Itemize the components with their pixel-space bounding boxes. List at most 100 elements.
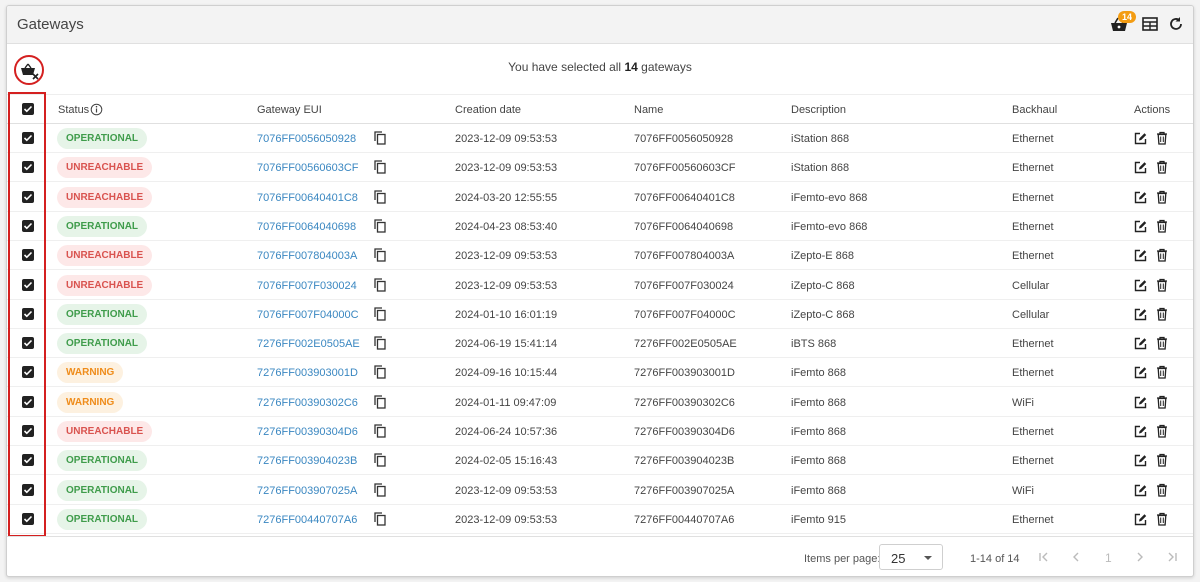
copy-icon[interactable] xyxy=(374,189,386,207)
copy-icon[interactable] xyxy=(374,482,386,500)
copy-icon[interactable] xyxy=(374,160,386,177)
gateway-eui-link[interactable]: 7276FF00440707A6 xyxy=(257,514,357,526)
trash-icon[interactable] xyxy=(1156,160,1168,177)
gateway-eui-link[interactable]: 7276FF00390304D6 xyxy=(257,426,358,438)
trash-icon[interactable] xyxy=(1156,190,1168,207)
row-checkbox[interactable] xyxy=(22,219,34,232)
table-columns-icon[interactable] xyxy=(1141,15,1161,35)
column-creation-date[interactable]: Creation date xyxy=(455,104,521,116)
select-all-checkbox[interactable] xyxy=(22,103,34,115)
row-checkbox[interactable] xyxy=(22,132,34,144)
row-checkbox[interactable] xyxy=(22,337,34,350)
trash-icon[interactable] xyxy=(1156,131,1168,148)
column-status[interactable]: Status xyxy=(58,104,89,116)
table-row[interactable]: WARNING 7276FF003903001D 2024-09-16 10:15:… xyxy=(7,358,1193,388)
edit-icon[interactable] xyxy=(1134,191,1147,207)
trash-icon[interactable] xyxy=(1156,219,1168,236)
copy-icon[interactable] xyxy=(374,512,386,529)
table-row[interactable]: OPERATIONAL 7076FF0056050928 2023-12-09 09… xyxy=(7,124,1193,153)
edit-icon[interactable] xyxy=(1134,220,1147,236)
gateway-eui-link[interactable]: 7076FF00640401C8 xyxy=(257,192,358,204)
row-checkbox[interactable] xyxy=(22,366,34,379)
row-checkbox[interactable] xyxy=(22,307,34,320)
copy-icon[interactable] xyxy=(374,395,386,412)
trash-icon[interactable] xyxy=(1156,483,1168,500)
edit-icon[interactable] xyxy=(1134,308,1147,324)
table-row[interactable]: OPERATIONAL 7076FF0064040698 2024-04-23 08… xyxy=(7,212,1193,241)
edit-icon[interactable] xyxy=(1134,513,1147,529)
edit-icon[interactable] xyxy=(1134,396,1147,412)
edit-icon[interactable] xyxy=(1134,249,1147,265)
edit-icon[interactable] xyxy=(1134,454,1147,470)
refresh-icon[interactable] xyxy=(1167,15,1187,35)
copy-icon[interactable] xyxy=(374,131,386,148)
table-row[interactable]: OPERATIONAL 7076FF007F04000C 2024-01-10 16… xyxy=(7,300,1193,329)
gateway-eui-link[interactable]: 7276FF003904023B xyxy=(257,455,357,467)
trash-icon[interactable] xyxy=(1156,307,1168,324)
current-page[interactable]: 1 xyxy=(1105,551,1112,565)
gateway-eui-link[interactable]: 7276FF002E0505AE xyxy=(257,338,360,350)
trash-icon[interactable] xyxy=(1156,365,1168,382)
trash-icon[interactable] xyxy=(1156,424,1168,441)
table-row[interactable]: OPERATIONAL 7276FF003904023B 2024-02-05 15… xyxy=(7,446,1193,476)
column-backhaul[interactable]: Backhaul xyxy=(1012,104,1057,116)
row-checkbox[interactable] xyxy=(22,190,34,203)
edit-icon[interactable] xyxy=(1134,279,1147,295)
edit-icon[interactable] xyxy=(1134,132,1147,148)
row-checkbox[interactable] xyxy=(22,249,34,262)
edit-icon[interactable] xyxy=(1134,337,1147,353)
copy-icon[interactable] xyxy=(374,453,386,470)
copy-icon[interactable] xyxy=(374,277,386,295)
row-checkbox[interactable] xyxy=(22,454,34,467)
copy-icon[interactable] xyxy=(374,365,386,382)
table-row[interactable]: OPERATIONAL 7276FF003907025A 2023-12-09 09… xyxy=(7,476,1193,505)
copy-icon[interactable] xyxy=(374,307,386,324)
gateway-eui-link[interactable]: 7076FF0056050928 xyxy=(257,133,356,145)
column-name[interactable]: Name xyxy=(634,104,663,116)
next-page-icon[interactable] xyxy=(1133,550,1147,567)
table-row[interactable]: OPERATIONAL 7276FF002E0505AE 2024-06-19 15… xyxy=(7,329,1193,359)
row-checkbox[interactable] xyxy=(22,512,34,525)
trash-icon[interactable] xyxy=(1156,453,1168,470)
gateway-eui-link[interactable]: 7076FF007F030024 xyxy=(257,280,357,292)
trash-icon[interactable] xyxy=(1156,278,1168,295)
table-row[interactable]: UNREACHABLE 7276FF00390304D6 2024-06-24 10… xyxy=(7,417,1193,446)
table-row[interactable]: UNREACHABLE 7076FF007F030024 2023-12-09 09… xyxy=(7,271,1193,300)
gateway-eui-link[interactable]: 7276FF00390302C6 xyxy=(257,397,358,409)
row-checkbox[interactable] xyxy=(22,278,34,291)
column-gateway-eui[interactable]: Gateway EUI xyxy=(257,104,322,116)
table-row[interactable]: UNREACHABLE 7076FF00640401C8 2024-03-20 12… xyxy=(7,183,1193,212)
edit-icon[interactable] xyxy=(1134,484,1147,500)
edit-icon[interactable] xyxy=(1134,161,1147,177)
copy-icon[interactable] xyxy=(374,248,386,265)
table-row[interactable]: UNREACHABLE 7076FF00560603CF 2023-12-09 09… xyxy=(7,153,1193,183)
row-checkbox[interactable] xyxy=(22,161,34,174)
table-row[interactable]: UNREACHABLE 7076FF007804003A 2023-12-09 09… xyxy=(7,241,1193,271)
copy-icon[interactable] xyxy=(374,424,386,441)
last-page-icon[interactable] xyxy=(1165,550,1179,567)
row-checkbox[interactable] xyxy=(22,395,34,408)
status-info-icon[interactable] xyxy=(90,103,103,119)
gateway-eui-link[interactable]: 7076FF0064040698 xyxy=(257,221,356,233)
row-checkbox[interactable] xyxy=(22,425,34,437)
trash-icon[interactable] xyxy=(1156,395,1168,412)
row-checkbox[interactable] xyxy=(22,483,34,496)
trash-icon[interactable] xyxy=(1156,512,1168,529)
trash-icon[interactable] xyxy=(1156,248,1168,265)
gateway-eui-link[interactable]: 7076FF00560603CF xyxy=(257,162,359,174)
first-page-icon[interactable] xyxy=(1037,550,1051,567)
edit-icon[interactable] xyxy=(1134,366,1147,382)
gateway-eui-link[interactable]: 7076FF007804003A xyxy=(257,250,357,262)
edit-icon[interactable] xyxy=(1134,425,1147,441)
gateway-eui-link[interactable]: 7076FF007F04000C xyxy=(257,309,359,321)
table-row[interactable]: WARNING 7276FF00390302C6 2024-01-11 09:47:… xyxy=(7,388,1193,417)
table-row[interactable]: OPERATIONAL 7276FF00440707A6 2023-12-09 09… xyxy=(7,505,1193,534)
copy-icon[interactable] xyxy=(374,336,386,353)
column-description[interactable]: Description xyxy=(791,104,846,116)
gateway-eui-link[interactable]: 7276FF003907025A xyxy=(257,485,357,497)
items-per-page-select[interactable]: 25 xyxy=(879,544,943,570)
previous-page-icon[interactable] xyxy=(1069,550,1083,567)
gateway-eui-link[interactable]: 7276FF003903001D xyxy=(257,367,358,379)
trash-icon[interactable] xyxy=(1156,336,1168,353)
copy-icon[interactable] xyxy=(374,219,386,236)
